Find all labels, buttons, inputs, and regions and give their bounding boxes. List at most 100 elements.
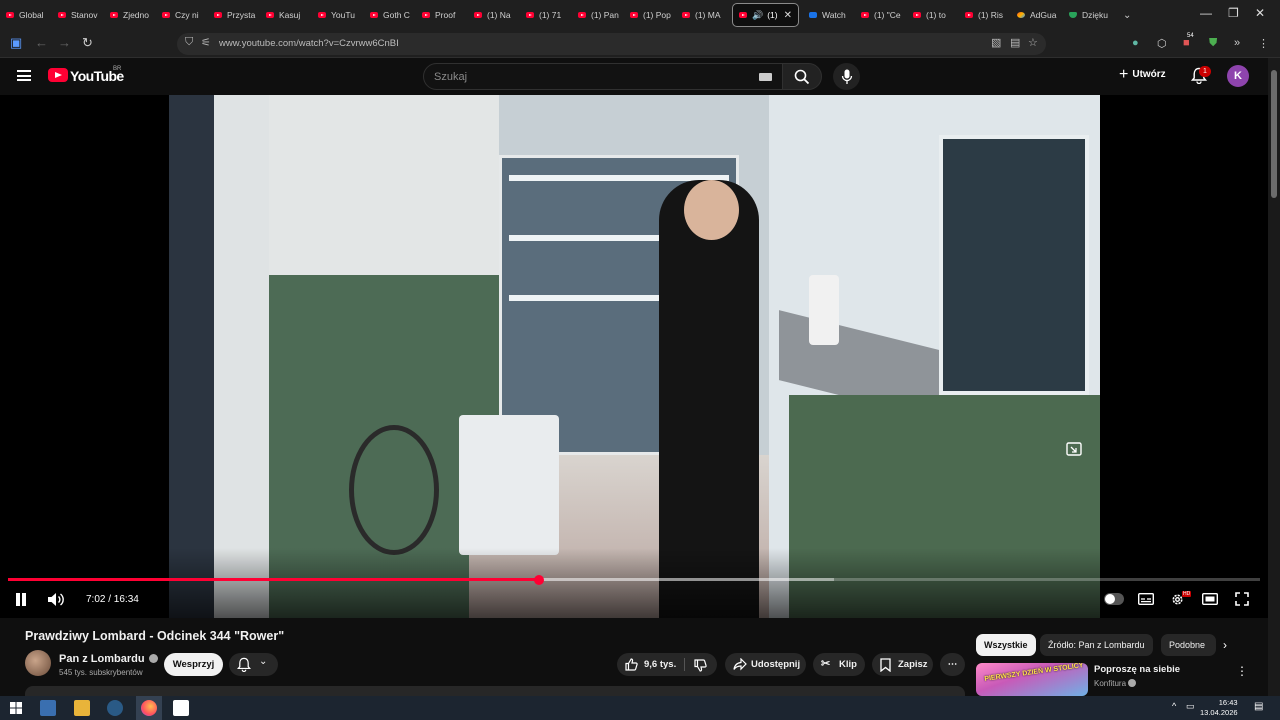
tab-b-10[interactable]: (1) 71 bbox=[520, 3, 572, 27]
tab-a-1[interactable]: (1) "Ce bbox=[855, 3, 907, 27]
computer-app-icon[interactable] bbox=[40, 700, 56, 716]
tab-search-chevron-icon[interactable]: ⌄ bbox=[1123, 10, 1131, 21]
share-button[interactable]: Udostępnij bbox=[725, 653, 806, 676]
forward-icon[interactable]: → bbox=[58, 35, 71, 50]
share-label: Udostępnij bbox=[751, 659, 801, 670]
chip-similar[interactable]: Podobne bbox=[1161, 634, 1216, 656]
channel-avatar[interactable] bbox=[25, 650, 51, 676]
tab-a-3[interactable]: (1) Ris bbox=[959, 3, 1011, 27]
screenshot-icon[interactable]: ▧ bbox=[991, 36, 1001, 49]
tab-b-7[interactable]: Goth C bbox=[364, 3, 416, 27]
progress-bar[interactable] bbox=[8, 574, 1260, 585]
file-explorer-icon[interactable] bbox=[74, 700, 90, 716]
support-button[interactable]: Wesprzyj bbox=[164, 653, 223, 676]
more-tools-icon[interactable]: » bbox=[1234, 37, 1240, 49]
voice-search-button[interactable] bbox=[833, 63, 860, 90]
steam-icon[interactable] bbox=[107, 700, 123, 716]
address-bar[interactable]: ⛉ ⚟ www.youtube.com/watch?v=Czvrww6CnBI … bbox=[177, 33, 1046, 55]
bookmark-star-icon[interactable]: ☆ bbox=[1028, 36, 1038, 49]
recommendation-channel[interactable]: Konfitura bbox=[1094, 679, 1137, 688]
tab-b-0[interactable]: Global bbox=[0, 3, 52, 27]
recommendation-thumbnail[interactable]: PIERWSZY DZIEŃ W STOLICY bbox=[976, 663, 1088, 696]
autoplay-toggle[interactable] bbox=[1104, 593, 1124, 605]
subtitles-icon[interactable] bbox=[1138, 593, 1154, 605]
recommendation-title[interactable]: Poproszę na siebie bbox=[1094, 664, 1180, 675]
tab-b-13[interactable]: (1) MA bbox=[676, 3, 728, 27]
menu-icon[interactable]: ⋮ bbox=[1258, 37, 1269, 50]
chips-next-chevron-icon[interactable]: › bbox=[1223, 638, 1227, 652]
tab-label: Proof bbox=[435, 10, 456, 20]
shield-icon[interactable]: ⛉ bbox=[185, 36, 193, 49]
tab-b-9[interactable]: (1) Na bbox=[468, 3, 520, 27]
tab-a-2[interactable]: (1) to bbox=[907, 3, 959, 27]
site-settings-icon[interactable]: ⚟ bbox=[201, 36, 211, 49]
close-tab-icon[interactable]: ✕ bbox=[784, 10, 792, 21]
like-count[interactable]: 9,6 tys. bbox=[644, 653, 676, 676]
network-icon[interactable]: ▭ bbox=[1186, 701, 1195, 712]
like-icon[interactable] bbox=[625, 658, 638, 671]
tab-label: (1) bbox=[767, 10, 778, 20]
extensions-icon[interactable]: ⬡ bbox=[1157, 37, 1167, 50]
guide-menu-icon[interactable] bbox=[17, 70, 31, 81]
page-scrollbar[interactable] bbox=[1268, 58, 1280, 696]
miniplayer-icon[interactable] bbox=[1066, 441, 1082, 457]
tab-b-6[interactable]: YouTu bbox=[312, 3, 364, 27]
speaker-icon[interactable]: 🔊 bbox=[752, 10, 763, 21]
fullscreen-icon[interactable] bbox=[1235, 592, 1249, 606]
tab-b-12[interactable]: (1) Pop bbox=[624, 3, 676, 27]
firefox-taskbar-item[interactable] bbox=[136, 696, 162, 720]
windows-start-icon[interactable] bbox=[8, 700, 24, 716]
channel-name[interactable]: Pan z Lombardu bbox=[59, 653, 158, 665]
notification-bell-button[interactable]: ⌄ bbox=[229, 653, 278, 676]
channel-name-text[interactable]: Pan z Lombardu bbox=[59, 653, 145, 665]
scrollbar-thumb[interactable] bbox=[1271, 70, 1277, 198]
pause-icon[interactable] bbox=[14, 593, 28, 607]
tab-active[interactable]: 🔊 (1) ✕ bbox=[732, 3, 799, 27]
notion-icon[interactable] bbox=[173, 700, 189, 716]
recommendation-channel-text[interactable]: Konfitura bbox=[1094, 679, 1126, 688]
url-text[interactable]: www.youtube.com/watch?v=Czvrww6CnBI bbox=[219, 38, 399, 49]
restore-icon[interactable]: ❐ bbox=[1228, 6, 1239, 20]
time-display: 7:02 / 16:34 bbox=[86, 594, 139, 605]
search-button[interactable] bbox=[782, 63, 822, 90]
tab-groups-icon[interactable]: ▣ bbox=[10, 35, 22, 51]
minimize-icon[interactable]: — bbox=[1200, 6, 1212, 20]
notification-center-icon[interactable]: ▤ bbox=[1254, 701, 1263, 712]
vpn-extension-icon[interactable]: ● bbox=[1132, 37, 1139, 49]
description-box[interactable] bbox=[25, 686, 965, 696]
save-button[interactable]: Zapisz bbox=[872, 653, 933, 676]
tab-a-4[interactable]: AdGua bbox=[1011, 3, 1063, 27]
tab-b-11[interactable]: (1) Pan bbox=[572, 3, 624, 27]
reader-icon[interactable]: ▤ bbox=[1010, 36, 1020, 49]
tab-b-8[interactable]: Proof bbox=[416, 3, 468, 27]
tab-a-0[interactable]: Watch bbox=[803, 3, 855, 27]
close-window-icon[interactable]: ✕ bbox=[1255, 6, 1265, 20]
chip-source[interactable]: Źródło: Pan z Lombardu bbox=[1040, 634, 1153, 656]
keyboard-icon[interactable] bbox=[759, 73, 772, 81]
theater-mode-icon[interactable] bbox=[1202, 593, 1218, 605]
tray-chevron-icon[interactable]: ^ bbox=[1172, 701, 1176, 711]
system-clock[interactable]: 16:43 13.04.2026 bbox=[1200, 698, 1238, 718]
dislike-icon[interactable] bbox=[694, 659, 707, 672]
progress-scrubber[interactable] bbox=[533, 574, 544, 585]
video-frame[interactable] bbox=[169, 95, 1100, 618]
volume-icon[interactable] bbox=[47, 592, 65, 607]
chip-all[interactable]: Wszystkie bbox=[976, 634, 1036, 656]
video-player[interactable]: 7:02 / 16:34 HD bbox=[0, 95, 1268, 618]
search-input[interactable]: Szukaj bbox=[423, 63, 783, 90]
reload-icon[interactable]: ↻ bbox=[82, 35, 93, 51]
tab-b-1[interactable]: Stanov bbox=[52, 3, 104, 27]
create-button[interactable]: + Utwórz bbox=[1119, 66, 1166, 84]
more-actions-button[interactable]: ⋯ bbox=[940, 653, 965, 676]
tab-b-5[interactable]: Kasuj bbox=[260, 3, 312, 27]
tab-a-5[interactable]: Dzięku bbox=[1063, 3, 1115, 27]
clip-button[interactable]: ✂ Klip bbox=[813, 653, 865, 676]
shield-extension-icon[interactable]: ⛊ bbox=[1209, 37, 1217, 50]
back-icon[interactable]: ← bbox=[35, 35, 48, 50]
tab-b-4[interactable]: Przysta bbox=[208, 3, 260, 27]
tab-b-2[interactable]: Zjedno bbox=[104, 3, 156, 27]
account-avatar[interactable]: K bbox=[1227, 65, 1249, 87]
youtube-logo-icon[interactable] bbox=[48, 68, 68, 82]
recommendation-menu-icon[interactable]: ⋮ bbox=[1236, 664, 1248, 678]
tab-b-3[interactable]: Czy ni bbox=[156, 3, 208, 27]
